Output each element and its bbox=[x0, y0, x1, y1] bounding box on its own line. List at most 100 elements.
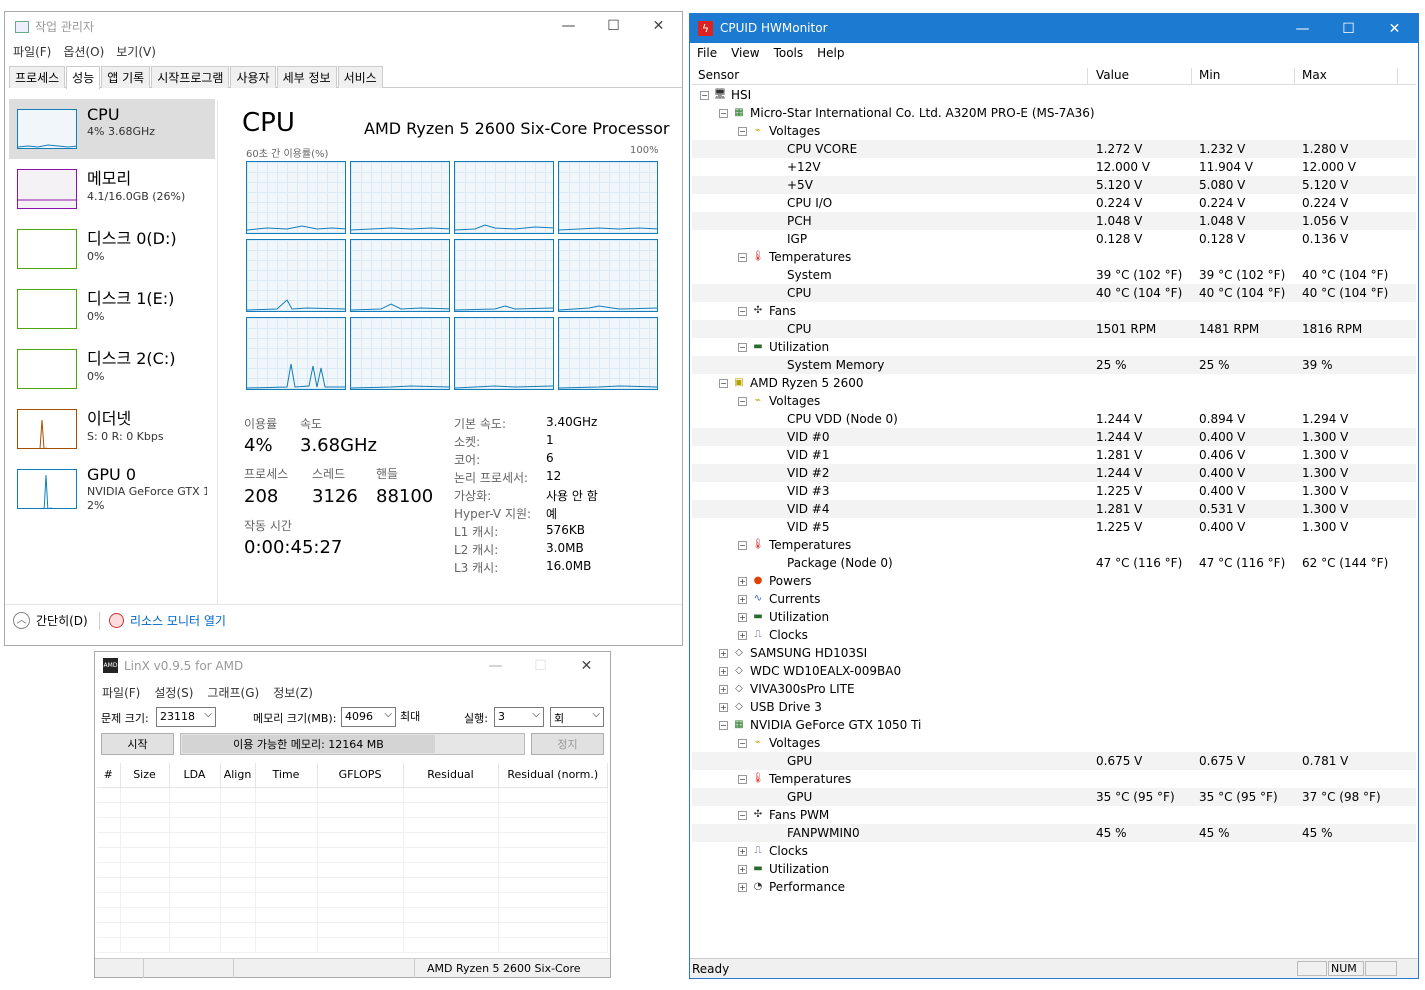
col-index[interactable]: # bbox=[97, 763, 121, 788]
expand-icon[interactable]: + bbox=[738, 882, 747, 892]
sensor-group-row[interactable]: − ⌁ Voltages bbox=[692, 734, 1416, 752]
menu-file[interactable]: File bbox=[697, 46, 717, 60]
sensor-group-row[interactable]: + ⎍ Clocks bbox=[692, 842, 1416, 860]
sensor-row[interactable]: +12V 12.000 V 11.904 V 12.000 V bbox=[692, 158, 1416, 176]
minimize-button[interactable]: — bbox=[1280, 14, 1325, 43]
col-min[interactable]: Min bbox=[1193, 68, 1295, 85]
maximize-button[interactable]: ☐ bbox=[1326, 14, 1371, 43]
expand-icon[interactable]: + bbox=[738, 594, 747, 604]
sensor-row[interactable]: VID #3 1.225 V 0.400 V 1.300 V bbox=[692, 482, 1416, 500]
collapse-icon[interactable]: − bbox=[738, 252, 747, 262]
sensor-row[interactable]: VID #0 1.244 V 0.400 V 1.300 V bbox=[692, 428, 1416, 446]
col-sensor[interactable]: Sensor bbox=[692, 68, 1088, 85]
menu-tools[interactable]: Tools bbox=[774, 46, 804, 60]
expand-icon[interactable]: + bbox=[738, 576, 747, 586]
sensor-row[interactable]: PCH 1.048 V 1.048 V 1.056 V bbox=[692, 212, 1416, 230]
collapse-icon[interactable]: − bbox=[719, 108, 728, 118]
sensor-row[interactable]: GPU 35 °C (95 °F) 35 °C (95 °F) 37 °C (98 °… bbox=[692, 788, 1416, 806]
sensor-group-row[interactable]: + ◇ WDC WD10EALX-009BA0 bbox=[692, 662, 1416, 680]
sensor-group-row[interactable]: + ◔ Performance bbox=[692, 878, 1416, 896]
col-value[interactable]: Value bbox=[1090, 68, 1192, 85]
tab-app-history[interactable]: 앱 기록 bbox=[101, 66, 151, 88]
menu-view[interactable]: 보기(V) bbox=[116, 43, 156, 60]
sensor-group-row[interactable]: + ● Powers bbox=[692, 572, 1416, 590]
sidebar-item-disk1[interactable]: 디스크 1(E:) 0% bbox=[9, 279, 215, 339]
expand-icon[interactable]: + bbox=[719, 648, 728, 658]
sensor-group-row[interactable]: + ◇ SAMSUNG HD103SI bbox=[692, 644, 1416, 662]
collapse-icon[interactable]: − bbox=[700, 90, 709, 100]
collapse-icon[interactable]: − bbox=[719, 720, 728, 730]
fewer-details-button[interactable]: ︿ 간단히(D) bbox=[13, 612, 88, 629]
col-residual[interactable]: Residual bbox=[403, 763, 499, 788]
memory-size-select[interactable]: 4096 ⌵ bbox=[341, 707, 396, 727]
close-button[interactable]: ✕ bbox=[564, 652, 609, 680]
maximize-button[interactable]: ☐ bbox=[591, 12, 636, 40]
collapse-icon[interactable]: − bbox=[738, 126, 747, 136]
menu-file[interactable]: 파일(F) bbox=[13, 43, 51, 60]
close-button[interactable]: ✕ bbox=[636, 12, 681, 40]
sensor-group-row[interactable]: − ⌁ Voltages bbox=[692, 122, 1416, 140]
sensor-group-row[interactable]: − ▦ NVIDIA GeForce GTX 1050 Ti bbox=[692, 716, 1416, 734]
tab-startup[interactable]: 시작프로그램 bbox=[151, 66, 230, 88]
sidebar-item-cpu[interactable]: CPU 4% 3.68GHz bbox=[9, 99, 215, 159]
collapse-icon[interactable]: − bbox=[738, 810, 747, 820]
collapse-icon[interactable]: − bbox=[738, 396, 747, 406]
expand-icon[interactable]: + bbox=[719, 684, 728, 694]
sidebar-item-disk2[interactable]: 디스크 2(C:) 0% bbox=[9, 339, 215, 399]
expand-icon[interactable]: + bbox=[738, 864, 747, 874]
sensor-group-row[interactable]: − ⌁ Voltages bbox=[692, 392, 1416, 410]
collapse-icon[interactable]: − bbox=[738, 342, 747, 352]
tab-details[interactable]: 세부 정보 bbox=[276, 66, 337, 88]
col-size[interactable]: Size bbox=[120, 763, 170, 788]
runs-select[interactable]: 3 ⌵ bbox=[494, 707, 544, 727]
problem-size-select[interactable]: 23118 ⌵ bbox=[156, 707, 216, 727]
expand-icon[interactable]: + bbox=[719, 666, 728, 676]
sensor-row[interactable]: VID #1 1.281 V 0.406 V 1.300 V bbox=[692, 446, 1416, 464]
menu-settings[interactable]: 설정(S) bbox=[154, 684, 193, 701]
max-label[interactable]: 최대 bbox=[400, 708, 420, 724]
maximize-button[interactable]: ☐ bbox=[518, 652, 563, 680]
sensor-row[interactable]: +5V 5.120 V 5.080 V 5.120 V bbox=[692, 176, 1416, 194]
col-max[interactable]: Max bbox=[1296, 68, 1398, 85]
minimize-button[interactable]: — bbox=[546, 12, 591, 40]
sensor-row[interactable]: CPU VCORE 1.272 V 1.232 V 1.280 V bbox=[692, 140, 1416, 158]
sensor-group-row[interactable]: − ▬ Utilization bbox=[692, 338, 1416, 356]
resource-monitor-link[interactable]: 리소스 모니터 열기 bbox=[109, 612, 226, 629]
collapse-icon[interactable]: − bbox=[738, 774, 747, 784]
sensor-row[interactable]: IGP 0.128 V 0.128 V 0.136 V bbox=[692, 230, 1416, 248]
sensor-group-row[interactable]: + ▬ Utilization bbox=[692, 860, 1416, 878]
menu-view[interactable]: View bbox=[731, 46, 759, 60]
expand-icon[interactable]: + bbox=[719, 702, 728, 712]
menu-help[interactable]: Help bbox=[817, 46, 844, 60]
sensor-row[interactable]: Package (Node 0) 47 °C (116 °F) 47 °C (116… bbox=[692, 554, 1416, 572]
sensor-row[interactable]: System Memory 25 % 25 % 39 % bbox=[692, 356, 1416, 374]
sensor-row[interactable]: FANPWMIN0 45 % 45 % 45 % bbox=[692, 824, 1416, 842]
col-lda[interactable]: LDA bbox=[169, 763, 221, 788]
sensor-group-row[interactable]: + ◇ VIVA300sPro LITE bbox=[692, 680, 1416, 698]
sensor-row[interactable]: CPU 40 °C (104 °F) 40 °C (104 °F) 40 °C (10… bbox=[692, 284, 1416, 302]
sensor-group-row[interactable]: − 🌡 Temperatures bbox=[692, 536, 1416, 554]
sidebar-item-memory[interactable]: 메모리 4.1/16.0GB (26%) bbox=[9, 159, 215, 219]
sensor-group-row[interactable]: + ▬ Utilization bbox=[692, 608, 1416, 626]
expand-icon[interactable]: + bbox=[738, 612, 747, 622]
sidebar-item-disk0[interactable]: 디스크 0(D:) 0% bbox=[9, 219, 215, 279]
sensor-group-row[interactable]: − 🌡 Temperatures bbox=[692, 770, 1416, 788]
col-residual-norm[interactable]: Residual (norm.) bbox=[498, 763, 608, 788]
col-gflops[interactable]: GFLOPS bbox=[317, 763, 404, 788]
sensor-group-row[interactable]: − ✣ Fans PWM bbox=[692, 806, 1416, 824]
collapse-icon[interactable]: − bbox=[738, 306, 747, 316]
sensor-group-row[interactable]: + ◇ USB Drive 3 bbox=[692, 698, 1416, 716]
sensor-row[interactable]: VID #5 1.225 V 0.400 V 1.300 V bbox=[692, 518, 1416, 536]
tab-services[interactable]: 서비스 bbox=[337, 66, 383, 88]
sensor-row[interactable]: GPU 0.675 V 0.675 V 0.781 V bbox=[692, 752, 1416, 770]
sensor-row[interactable]: CPU VDD (Node 0) 1.244 V 0.894 V 1.294 V bbox=[692, 410, 1416, 428]
menu-file[interactable]: 파일(F) bbox=[102, 684, 140, 701]
sensor-group-row[interactable]: − ▦ Micro-Star International Co. Ltd. A320… bbox=[692, 104, 1416, 122]
start-button[interactable]: 시작 bbox=[101, 733, 174, 755]
collapse-icon[interactable]: − bbox=[738, 540, 747, 550]
runs-unit-select[interactable]: 회 ⌵ bbox=[550, 707, 604, 727]
col-align[interactable]: Align bbox=[220, 763, 256, 788]
sensor-group-row[interactable]: − 🌡 Temperatures bbox=[692, 248, 1416, 266]
tab-users[interactable]: 사용자 bbox=[230, 66, 276, 88]
sensor-row[interactable]: VID #4 1.281 V 0.531 V 1.300 V bbox=[692, 500, 1416, 518]
